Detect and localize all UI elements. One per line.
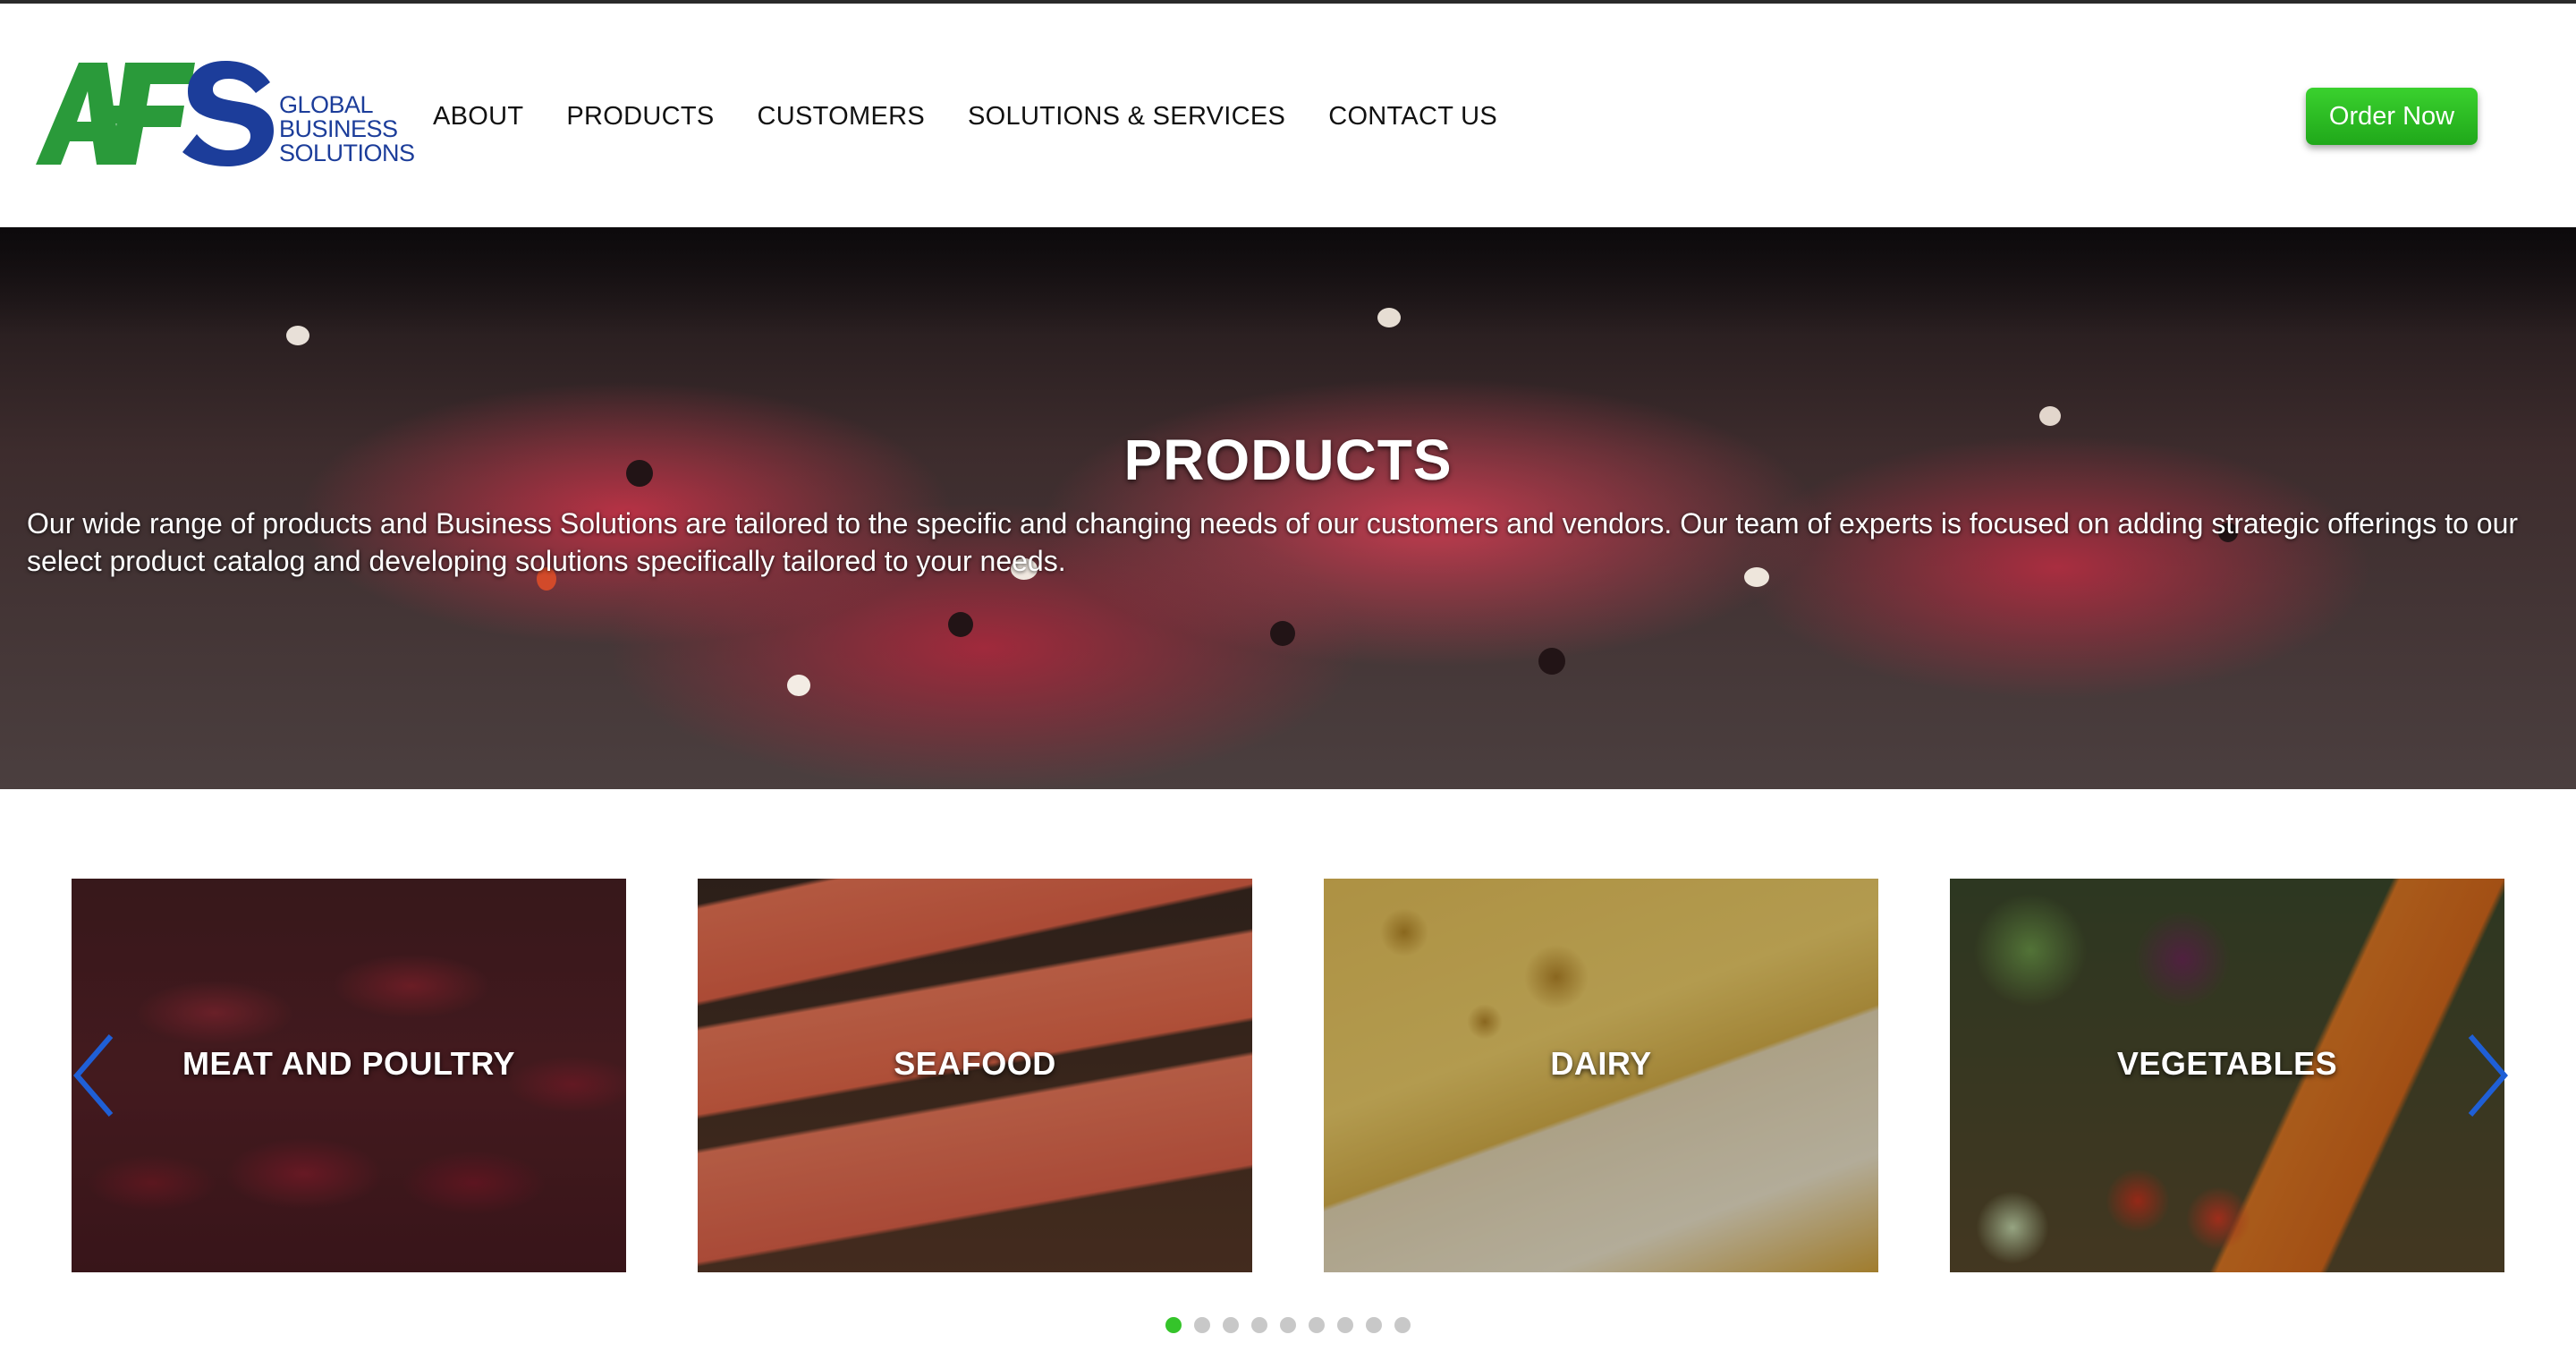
carousel-dot[interactable] xyxy=(1309,1317,1325,1333)
nav-item-customers[interactable]: CUSTOMERS xyxy=(758,97,925,136)
carousel-dot[interactable] xyxy=(1366,1317,1382,1333)
hero-banner: PRODUCTS Our wide range of products and … xyxy=(0,227,2576,789)
carousel-pagination xyxy=(0,1317,2576,1335)
afs-logo[interactable]: GLOBAL BUSINESS SOLUTIONS xyxy=(36,59,415,166)
logo-tagline: GLOBAL BUSINESS SOLUTIONS xyxy=(279,93,415,166)
site-header: GLOBAL BUSINESS SOLUTIONS ABOUT PRODUCTS… xyxy=(0,4,2576,227)
logo-tagline-line: GLOBAL xyxy=(279,91,374,118)
product-card-seafood[interactable]: SEAFOOD xyxy=(698,879,1252,1272)
product-card-meat-and-poultry[interactable]: MEAT AND POULTRY xyxy=(72,879,626,1272)
nav-item-solutions-services[interactable]: SOLUTIONS & SERVICES xyxy=(968,97,1285,136)
carousel-dot[interactable] xyxy=(1251,1317,1267,1333)
product-card-label: SEAFOOD xyxy=(894,1045,1056,1082)
logo-mark xyxy=(36,61,274,166)
hero-description: Our wide range of products and Business … xyxy=(27,507,2519,577)
chevron-right-icon xyxy=(2468,1034,2508,1117)
product-card-label: VEGETABLES xyxy=(2116,1045,2338,1082)
product-card-label: MEAT AND POULTRY xyxy=(182,1045,515,1082)
carousel-prev-button[interactable] xyxy=(70,1031,123,1120)
carousel-dot[interactable] xyxy=(1394,1317,1411,1333)
nav-item-products[interactable]: PRODUCTS xyxy=(566,97,714,136)
product-card-dairy[interactable]: DAIRY xyxy=(1324,879,1878,1272)
hero-shade xyxy=(0,227,2576,335)
carousel-dot[interactable] xyxy=(1280,1317,1296,1333)
carousel-dot[interactable] xyxy=(1223,1317,1239,1333)
product-card-vegetables[interactable]: VEGETABLES xyxy=(1950,879,2504,1272)
nav-item-contact-us[interactable]: CONTACT US xyxy=(1328,97,1497,136)
carousel-dot[interactable] xyxy=(1194,1317,1210,1333)
carousel-dot[interactable] xyxy=(1165,1317,1182,1333)
carousel-next-button[interactable] xyxy=(2458,1031,2512,1120)
product-carousel: MEAT AND POULTRY SEAFOOD DAIRY VEGETABLE… xyxy=(0,879,2576,1272)
order-now-button[interactable]: Order Now xyxy=(2306,88,2478,145)
page-title: PRODUCTS xyxy=(1123,427,1453,492)
logo-tagline-line: BUSINESS xyxy=(279,115,398,142)
carousel-dot[interactable] xyxy=(1337,1317,1353,1333)
logo-tagline-line: SOLUTIONS xyxy=(279,140,415,166)
chevron-left-icon xyxy=(73,1034,114,1117)
main-nav: ABOUT PRODUCTS CUSTOMERS SOLUTIONS & SER… xyxy=(433,97,1497,136)
nav-item-about[interactable]: ABOUT xyxy=(433,97,523,136)
product-card-label: DAIRY xyxy=(1550,1045,1652,1082)
